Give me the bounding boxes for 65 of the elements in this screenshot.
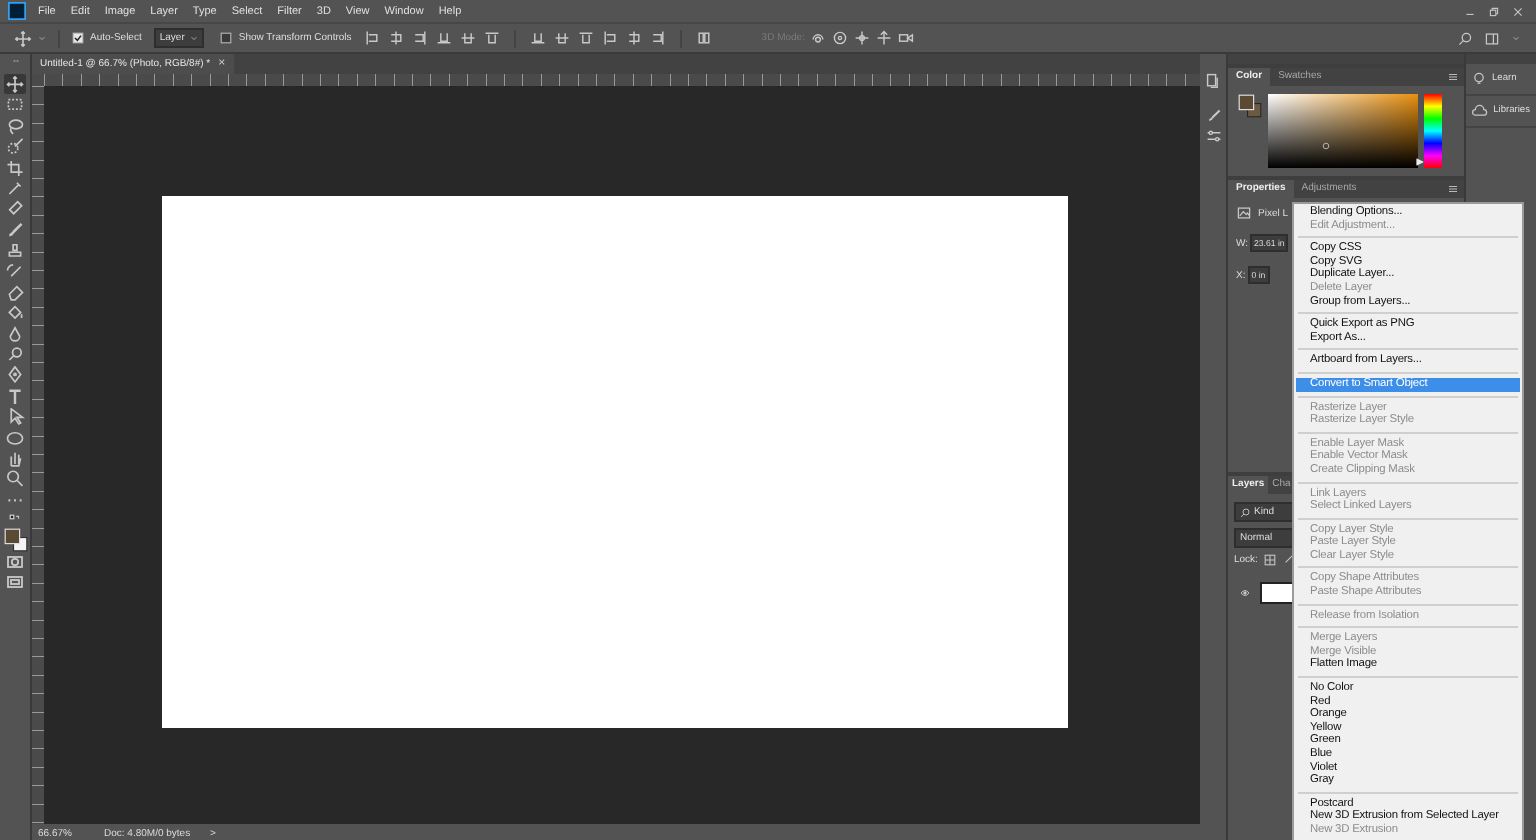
paint-bucket-icon[interactable] [4, 302, 26, 324]
align-icon[interactable] [625, 29, 642, 45]
history-icon[interactable] [1205, 72, 1221, 90]
dodge-icon[interactable] [4, 344, 26, 365]
align-icon[interactable] [411, 29, 428, 45]
scale-icon[interactable] [898, 30, 915, 46]
checkbox[interactable] [220, 32, 233, 44]
search-icon[interactable] [1458, 31, 1472, 45]
color-swatches-drawing[interactable] [3, 528, 27, 553]
picker-ring-icon [1322, 142, 1330, 150]
close-icon[interactable] [1512, 5, 1524, 17]
align-icon[interactable] [387, 29, 404, 45]
move-icon[interactable] [4, 74, 26, 95]
brush-icon[interactable] [4, 219, 26, 241]
align-icon[interactable] [649, 29, 666, 45]
eraser-icon[interactable] [4, 281, 26, 303]
distribute-icon[interactable] [695, 29, 712, 45]
pen-icon[interactable] [4, 364, 26, 386]
align-icon[interactable] [529, 29, 546, 45]
align-icon[interactable] [483, 29, 500, 45]
quick-mask-icon[interactable] [4, 552, 26, 573]
sliders-icon[interactable] [1205, 128, 1221, 144]
roll-icon[interactable] [832, 30, 849, 46]
color-swatches-drawing[interactable] [1238, 94, 1262, 118]
dashed-rectangle-icon[interactable] [4, 94, 26, 116]
lock-pixels-icon[interactable] [1263, 554, 1276, 566]
arrow-cursor-icon[interactable] [4, 406, 26, 428]
drop-icon[interactable] [4, 323, 26, 345]
zoom-icon[interactable] [4, 468, 26, 490]
screen-mode-icon[interactable] [4, 572, 26, 593]
crop-icon[interactable] [4, 157, 26, 178]
panel-menu-icon[interactable] [1448, 184, 1458, 194]
pan-icon[interactable] [854, 30, 871, 46]
align-icon[interactable] [601, 29, 618, 45]
eye-icon[interactable] [1238, 588, 1252, 598]
restore-icon[interactable] [1488, 5, 1500, 17]
image-layer-icon [1236, 206, 1252, 220]
search-icon [1240, 507, 1250, 517]
align-icon[interactable] [459, 29, 476, 45]
brush-selection-icon[interactable] [4, 136, 26, 158]
align-icon[interactable] [553, 29, 570, 45]
panel-menu-icon[interactable] [1448, 72, 1458, 82]
bandage-icon[interactable] [4, 198, 26, 220]
app-logo-icon [8, 2, 26, 20]
layer-thumbnail [1260, 582, 1294, 604]
checkbox[interactable] [72, 32, 84, 44]
stamp-icon[interactable] [4, 240, 26, 262]
color-field[interactable] [1268, 94, 1418, 168]
hand-icon[interactable] [4, 448, 26, 469]
orbit-icon[interactable] [810, 30, 827, 46]
align-icon[interactable] [363, 29, 380, 45]
history-brush-icon[interactable] [4, 261, 26, 282]
move-icon[interactable] [14, 29, 32, 47]
slide-icon[interactable] [876, 30, 893, 46]
lightbulb-icon [1472, 72, 1486, 86]
brush-icon[interactable] [1205, 108, 1221, 124]
type-tool-icon[interactable] [4, 385, 26, 407]
align-icon[interactable] [577, 29, 594, 45]
eyedropper-icon[interactable] [4, 177, 26, 199]
align-icon[interactable] [435, 29, 452, 45]
cloud-icon [1472, 104, 1488, 118]
ellipse-icon[interactable] [4, 427, 26, 449]
lasso-icon[interactable] [4, 115, 26, 137]
caret-icon [190, 34, 199, 42]
workspace-icon[interactable] [1484, 31, 1500, 45]
